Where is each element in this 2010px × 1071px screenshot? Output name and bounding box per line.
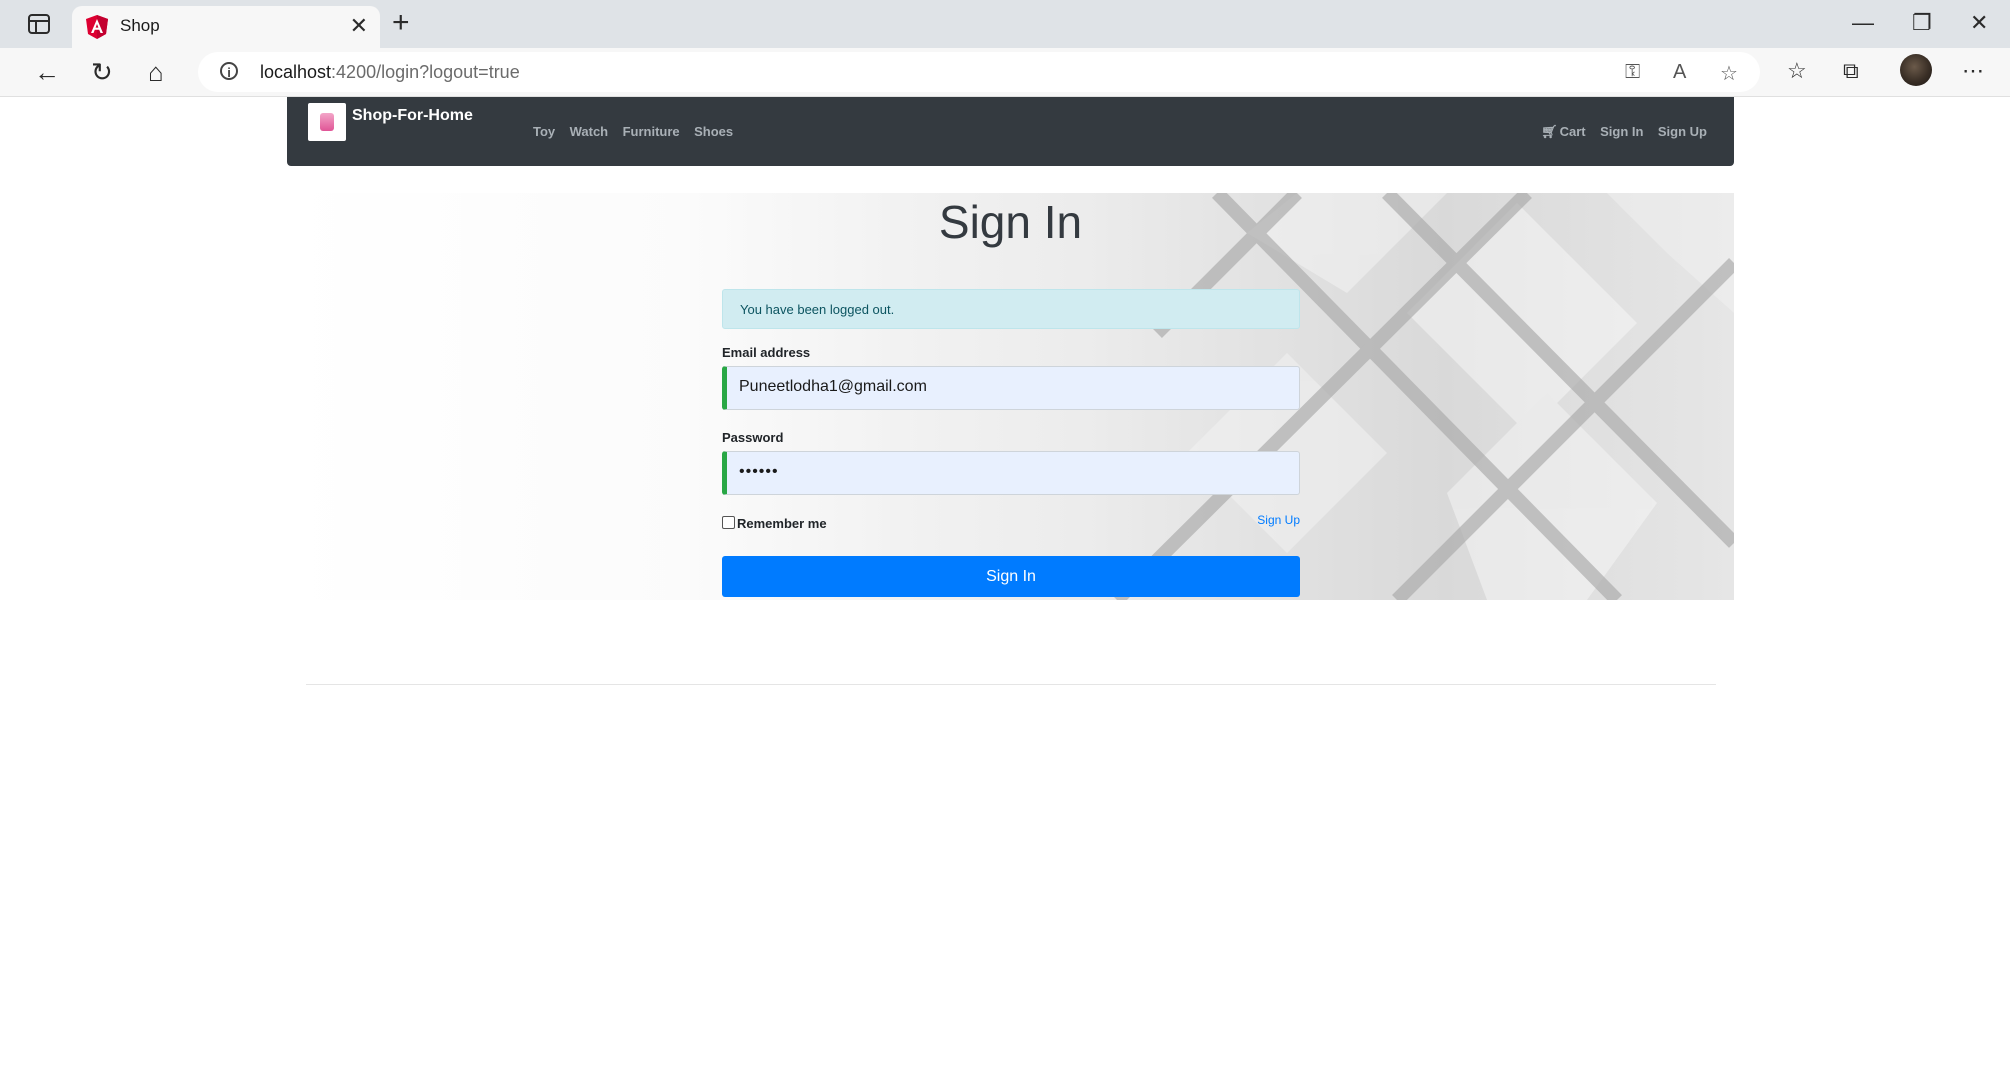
nav-link-furniture[interactable]: Furniture	[623, 124, 680, 139]
nav-link-cart[interactable]: 🛒︎ Cart	[1541, 124, 1586, 140]
favorites-icon[interactable]: ☆	[1787, 58, 1807, 84]
browser-toolbar: ← ↻ ⌂ i localhost:4200/login?logout=true…	[0, 48, 2010, 97]
nav-link-toy[interactable]: Toy	[533, 124, 555, 139]
page-title: Sign In	[938, 196, 1083, 248]
brand-logo[interactable]	[308, 103, 346, 141]
more-icon[interactable]: ⋯	[1962, 58, 1984, 84]
web-page: Shop-For-Home Toy Watch Furniture Shoes …	[10, 97, 2010, 1071]
address-bar[interactable]: i localhost:4200/login?logout=true ⚿ A ☆	[198, 52, 1760, 92]
password-field[interactable]: ••••••	[722, 451, 1300, 495]
minimize-icon[interactable]: —	[1852, 10, 1874, 36]
key-icon[interactable]: ⚿	[1625, 61, 1640, 84]
nav-link-sign-up[interactable]: Sign Up	[1658, 124, 1707, 139]
email-label: Email address	[722, 345, 811, 360]
browser-tab[interactable]: Shop ✕	[72, 6, 380, 48]
tab-actions-icon[interactable]	[28, 14, 50, 34]
cart-icon: 🛒︎	[1541, 124, 1558, 139]
brand-name[interactable]: Shop-For-Home	[352, 107, 473, 125]
refresh-icon[interactable]: ↻	[91, 58, 113, 86]
home-icon[interactable]: ⌂	[148, 58, 164, 86]
footer-divider	[306, 684, 1716, 685]
restore-icon[interactable]: ❐	[1912, 10, 1932, 36]
site-navbar: Shop-For-Home Toy Watch Furniture Shoes …	[287, 97, 1734, 166]
nav-right-links: 🛒︎ Cart Sign In Sign Up	[1531, 123, 1707, 141]
close-tab-icon[interactable]: ✕	[350, 14, 368, 38]
signup-link[interactable]: Sign Up	[1229, 513, 1300, 527]
collections-icon[interactable]: ⧉	[1843, 58, 1859, 84]
remember-me-label[interactable]: Remember me	[737, 516, 827, 531]
add-favorite-icon[interactable]: ☆	[1720, 61, 1738, 86]
nav-links: Toy Watch Furniture Shoes	[533, 123, 743, 141]
email-field[interactable]: Puneetlodha1@gmail.com	[722, 366, 1300, 410]
site-info-icon[interactable]: i	[220, 62, 238, 80]
password-label: Password	[722, 430, 784, 445]
nav-link-shoes[interactable]: Shoes	[694, 124, 733, 139]
browser-window: Shop ✕ + — ❐ ✕ ← ↻ ⌂ i localhost:4200/lo…	[0, 0, 2010, 1071]
angular-icon	[86, 15, 108, 39]
new-tab-icon[interactable]: +	[392, 8, 410, 38]
tab-title: Shop	[120, 16, 160, 35]
tab-strip: Shop ✕ + — ❐ ✕	[0, 0, 2010, 48]
logout-alert: You have been logged out.	[722, 289, 1300, 329]
sign-in-button[interactable]: Sign In	[722, 556, 1300, 597]
remember-me-checkbox[interactable]	[722, 516, 735, 529]
window-close-icon[interactable]: ✕	[1970, 10, 1988, 36]
back-icon[interactable]: ←	[34, 58, 60, 86]
nav-link-watch[interactable]: Watch	[570, 124, 609, 139]
nav-link-sign-in[interactable]: Sign In	[1600, 124, 1643, 139]
signin-section: Sign In You have been logged out. Email …	[287, 193, 1734, 600]
url-text[interactable]: localhost:4200/login?logout=true	[260, 62, 520, 83]
profile-avatar[interactable]	[1900, 54, 1932, 86]
remember-me: Remember me	[722, 516, 827, 531]
read-aloud-icon[interactable]: A	[1673, 61, 1686, 84]
